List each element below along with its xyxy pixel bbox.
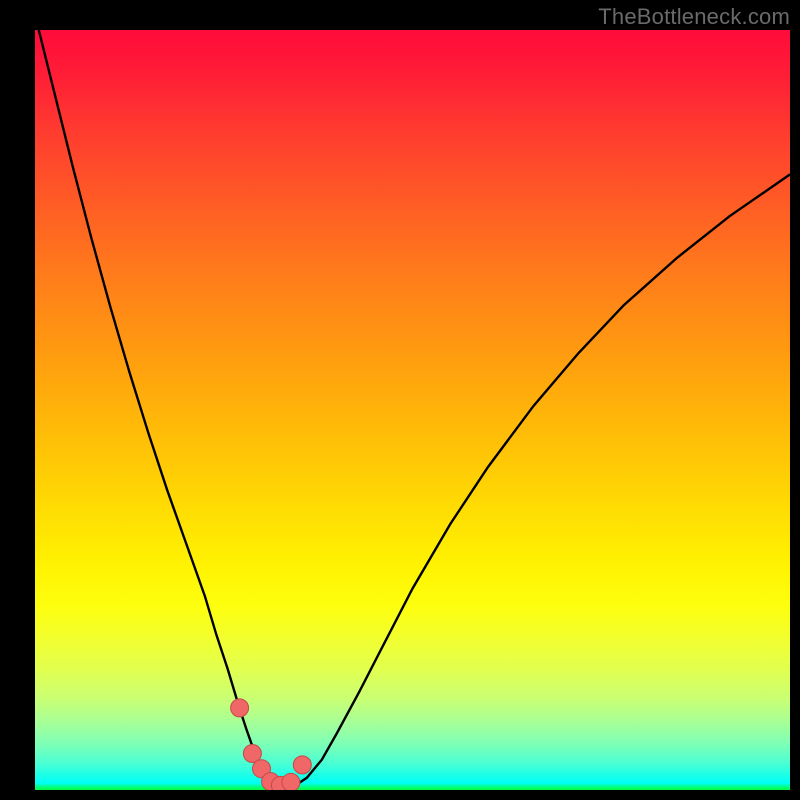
bottleneck-curve-svg xyxy=(35,30,790,790)
chart-frame: TheBottleneck.com xyxy=(0,0,800,800)
marker-point xyxy=(282,773,300,790)
marker-point xyxy=(231,699,249,717)
marker-point xyxy=(293,756,311,774)
bottleneck-curve xyxy=(35,30,790,789)
watermark-text: TheBottleneck.com xyxy=(598,4,790,30)
plot-area xyxy=(35,30,790,790)
highlighted-points xyxy=(231,699,312,790)
